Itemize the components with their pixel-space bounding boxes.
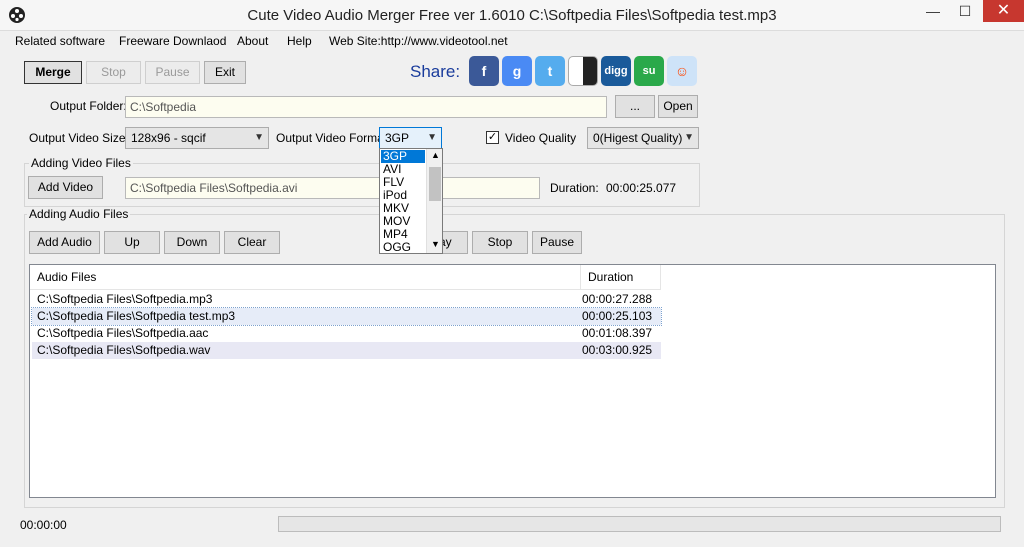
elapsed-time: 00:00:00 — [20, 518, 67, 532]
output-folder-field[interactable]: C:\Softpedia — [125, 96, 607, 118]
scrollbar-thumb[interactable] — [429, 167, 441, 201]
dropdown-scrollbar[interactable]: ▲ ▼ — [426, 149, 442, 253]
output-video-size-value: 128x96 - sqcif — [131, 131, 206, 145]
checkmark-icon: ✓ — [487, 131, 498, 143]
stop-merge-button[interactable]: Stop — [86, 61, 141, 84]
table-row[interactable]: C:\Softpedia Files\Softpedia.mp3 00:00:27… — [32, 291, 661, 308]
output-video-format-select[interactable]: 3GP ▼ — [379, 127, 442, 149]
add-video-button[interactable]: Add Video — [28, 176, 103, 199]
audio-file-path: C:\Softpedia Files\Softpedia.mp3 — [37, 292, 213, 306]
output-video-size-select[interactable]: 128x96 - sqcif ▼ — [125, 127, 269, 149]
audio-files-list[interactable]: Audio Files Duration C:\Softpedia Files\… — [29, 264, 996, 498]
audio-file-path: C:\Softpedia Files\Softpedia.wav — [37, 343, 211, 357]
video-duration-value: 00:00:25.077 — [606, 181, 677, 195]
delicious-icon[interactable] — [568, 56, 598, 86]
share-label: Share: — [410, 62, 461, 81]
facebook-icon[interactable]: f — [469, 56, 499, 86]
column-header-duration[interactable]: Duration — [581, 265, 661, 290]
twitter-icon[interactable]: t — [535, 56, 565, 86]
stop-audio-button[interactable]: Stop — [472, 231, 528, 254]
video-quality-checkbox[interactable]: ✓ — [486, 131, 499, 144]
video-format-dropdown-list[interactable]: 3GP AVI FLV iPod MKV MOV MP4 OGG ▲ ▼ — [379, 148, 443, 254]
output-folder-label: Output Folder: — [50, 99, 127, 113]
table-row[interactable]: C:\Softpedia Files\Softpedia.aac 00:01:08… — [32, 325, 661, 342]
scroll-down-icon[interactable]: ▼ — [431, 239, 440, 249]
menu-bar: Related software Freeware Downlaod About… — [0, 31, 1024, 52]
window-title: Cute Video Audio Merger Free ver 1.6010 … — [247, 7, 777, 24]
title-bar: Cute Video Audio Merger Free ver 1.6010 … — [0, 0, 1024, 31]
maximize-button[interactable]: ☐ — [950, 0, 980, 22]
column-header-audio-files[interactable]: Audio Files — [30, 265, 581, 290]
pause-merge-button[interactable]: Pause — [145, 61, 200, 84]
video-quality-value: 0(Higest Quality) — [593, 131, 683, 145]
scroll-up-icon[interactable]: ▲ — [431, 150, 440, 160]
video-quality-select[interactable]: 0(Higest Quality) ▼ — [587, 127, 699, 149]
audio-file-duration: 00:01:08.397 — [582, 326, 653, 340]
clear-button[interactable]: Clear — [224, 231, 280, 254]
browse-folder-button[interactable]: ... — [615, 95, 655, 118]
menu-website-link[interactable]: Web Site:http://www.videotool.net — [329, 34, 508, 48]
video-duration-label: Duration: — [550, 181, 599, 195]
close-button[interactable]: ✕ — [983, 0, 1024, 22]
audio-file-path: C:\Softpedia Files\Softpedia test.mp3 — [37, 309, 236, 323]
merge-progress-bar — [278, 516, 1001, 532]
minimize-button[interactable]: — — [918, 0, 948, 22]
stumbleupon-icon[interactable]: su — [634, 56, 664, 86]
exit-button[interactable]: Exit — [204, 61, 246, 84]
google-icon[interactable]: g — [502, 56, 532, 86]
audio-files-group-title: Adding Audio Files — [27, 207, 131, 221]
table-row[interactable]: C:\Softpedia Files\Softpedia test.mp3 00:… — [31, 307, 662, 326]
menu-about[interactable]: About — [237, 34, 268, 48]
output-video-format-value: 3GP — [385, 131, 410, 145]
video-path-field[interactable]: C:\Softpedia Files\Softpedia.avi — [125, 177, 540, 199]
audio-file-duration: 00:03:00.925 — [582, 343, 653, 357]
format-option[interactable]: OGG — [381, 241, 425, 254]
open-folder-button[interactable]: Open — [658, 95, 698, 118]
chevron-down-icon: ▼ — [684, 132, 694, 143]
video-files-group-title: Adding Video Files — [29, 156, 133, 170]
audio-file-path: C:\Softpedia Files\Softpedia.aac — [37, 326, 209, 340]
pause-audio-button[interactable]: Pause — [532, 231, 582, 254]
digg-icon[interactable]: digg — [601, 56, 631, 86]
chevron-down-icon: ▼ — [427, 132, 437, 143]
chevron-down-icon: ▼ — [254, 132, 264, 143]
table-row[interactable]: C:\Softpedia Files\Softpedia.wav 00:03:00… — [32, 342, 661, 359]
menu-help[interactable]: Help — [287, 34, 312, 48]
menu-related-software[interactable]: Related software — [15, 34, 105, 48]
output-video-format-label: Output Video Format: — [276, 131, 391, 145]
move-up-button[interactable]: Up — [104, 231, 160, 254]
audio-file-duration: 00:00:27.288 — [582, 292, 653, 306]
video-quality-label: Video Quality — [505, 131, 577, 145]
audio-file-duration: 00:00:25.103 — [582, 309, 653, 323]
output-video-size-label: Output Video Size: — [29, 131, 129, 145]
menu-freeware-download[interactable]: Freeware Downlaod — [119, 34, 226, 48]
merge-button[interactable]: Merge — [24, 61, 82, 84]
move-down-button[interactable]: Down — [164, 231, 220, 254]
reddit-icon[interactable]: ☺ — [667, 56, 697, 86]
add-audio-button[interactable]: Add Audio — [29, 231, 100, 254]
